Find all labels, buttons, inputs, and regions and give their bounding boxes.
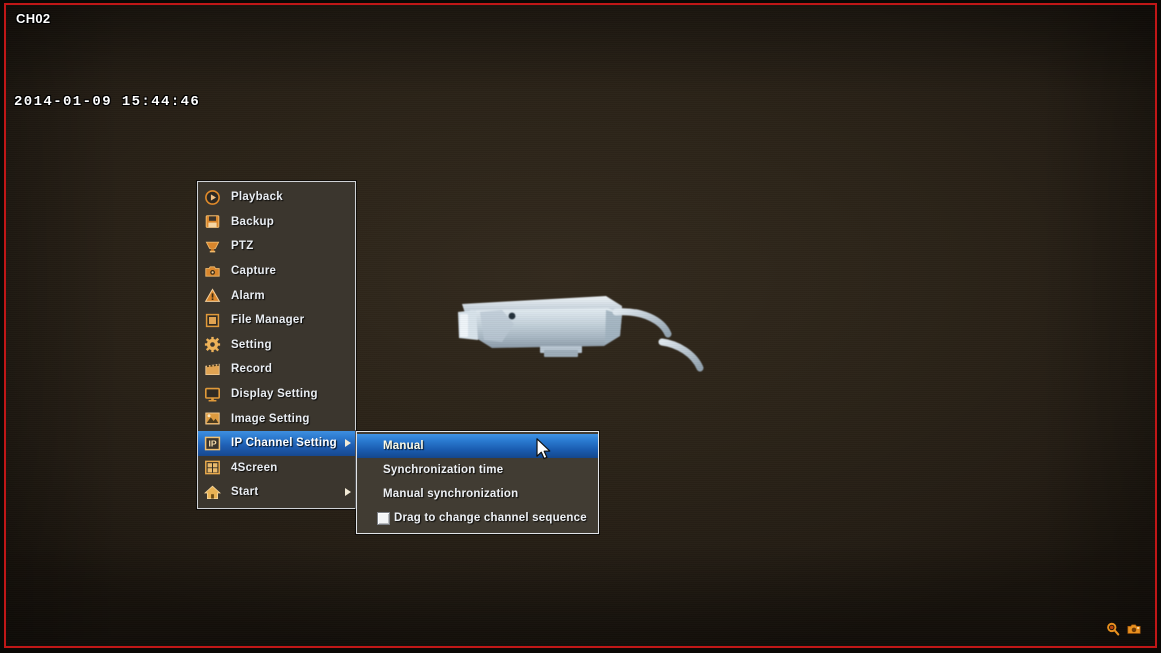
capture-icon[interactable]	[1127, 622, 1141, 636]
submenu-item-label: Manual	[383, 440, 424, 452]
context-menu[interactable]: Playback Backup PTZ Capture Alarm File M…	[197, 181, 356, 509]
four-screen-icon	[205, 460, 220, 475]
menu-item-4screen[interactable]: 4Screen	[198, 456, 355, 481]
submenu-arrow-icon	[345, 488, 351, 497]
menu-item-label: Start	[231, 486, 259, 499]
capture-icon	[205, 265, 220, 277]
dvr-screen: CH02 2014-01-09 15:44:46 Playback Backup…	[0, 0, 1161, 653]
menu-item-record[interactable]: Record	[198, 357, 355, 382]
menu-item-label: Alarm	[231, 289, 265, 302]
osd-tool-bar	[1106, 622, 1141, 636]
playback-icon	[205, 189, 220, 205]
menu-item-setting[interactable]: Setting	[198, 333, 355, 358]
menu-item-start[interactable]: Start	[198, 480, 355, 505]
zoom-icon[interactable]	[1106, 622, 1120, 636]
image-icon	[205, 412, 220, 425]
menu-item-label: PTZ	[231, 240, 254, 253]
submenu-item-label: Synchronization time	[383, 464, 504, 476]
submenu-item-manual-synchronization[interactable]: Manual synchronization	[357, 482, 598, 506]
menu-item-ip-channel-setting[interactable]: IP IP Channel Setting	[198, 430, 355, 456]
menu-item-label: Backup	[231, 215, 275, 228]
start-icon	[204, 485, 221, 499]
submenu-item-label: Drag to change channel sequence	[394, 512, 587, 524]
menu-item-label: 4Screen	[231, 461, 278, 474]
menu-item-ptz[interactable]: PTZ	[198, 234, 355, 259]
channel-label: CH02	[16, 11, 51, 26]
menu-item-label: Image Setting	[231, 412, 310, 425]
menu-item-file-manager[interactable]: File Manager	[198, 308, 355, 333]
menu-item-capture[interactable]: Capture	[198, 259, 355, 284]
menu-item-label: Playback	[231, 191, 283, 204]
timestamp-osd: 2014-01-09 15:44:46	[14, 94, 201, 110]
submenu-item-drag-to-change-channel-sequence[interactable]: Drag to change channel sequence	[357, 506, 598, 530]
drag-sequence-checkbox[interactable]	[377, 511, 390, 525]
menu-item-display-setting[interactable]: Display Setting	[198, 382, 355, 407]
video-pane[interactable]: CH02 2014-01-09 15:44:46	[4, 3, 1157, 648]
menu-item-label: IP Channel Setting	[231, 437, 337, 450]
submenu-arrow-icon	[345, 439, 351, 448]
menu-item-alarm[interactable]: Alarm	[198, 283, 355, 308]
submenu-item-synchronization-time[interactable]: Synchronization time	[357, 458, 598, 482]
menu-item-label: Capture	[231, 265, 277, 278]
cctv-camera-object	[458, 296, 704, 372]
menu-item-label: File Manager	[231, 314, 305, 327]
menu-item-backup[interactable]: Backup	[198, 210, 355, 235]
record-icon	[205, 363, 220, 375]
menu-item-label: Display Setting	[231, 388, 318, 401]
backup-icon	[205, 215, 220, 229]
alarm-icon	[204, 288, 221, 303]
display-icon	[204, 387, 220, 402]
menu-item-image-setting[interactable]: Image Setting	[198, 406, 355, 431]
menu-item-label: Record	[231, 363, 273, 376]
svg-text:IP: IP	[208, 438, 216, 448]
ptz-icon	[205, 241, 220, 253]
file-manager-icon	[205, 313, 220, 327]
setting-icon	[204, 337, 221, 353]
submenu-item-manual[interactable]: Manual	[357, 434, 598, 458]
menu-item-label: Setting	[231, 338, 272, 351]
ip-channel-icon: IP	[204, 436, 221, 451]
menu-item-playback[interactable]: Playback	[198, 185, 355, 210]
ip-channel-submenu[interactable]: Manual Synchronization time Manual synch…	[356, 431, 599, 534]
submenu-item-label: Manual synchronization	[383, 488, 519, 500]
